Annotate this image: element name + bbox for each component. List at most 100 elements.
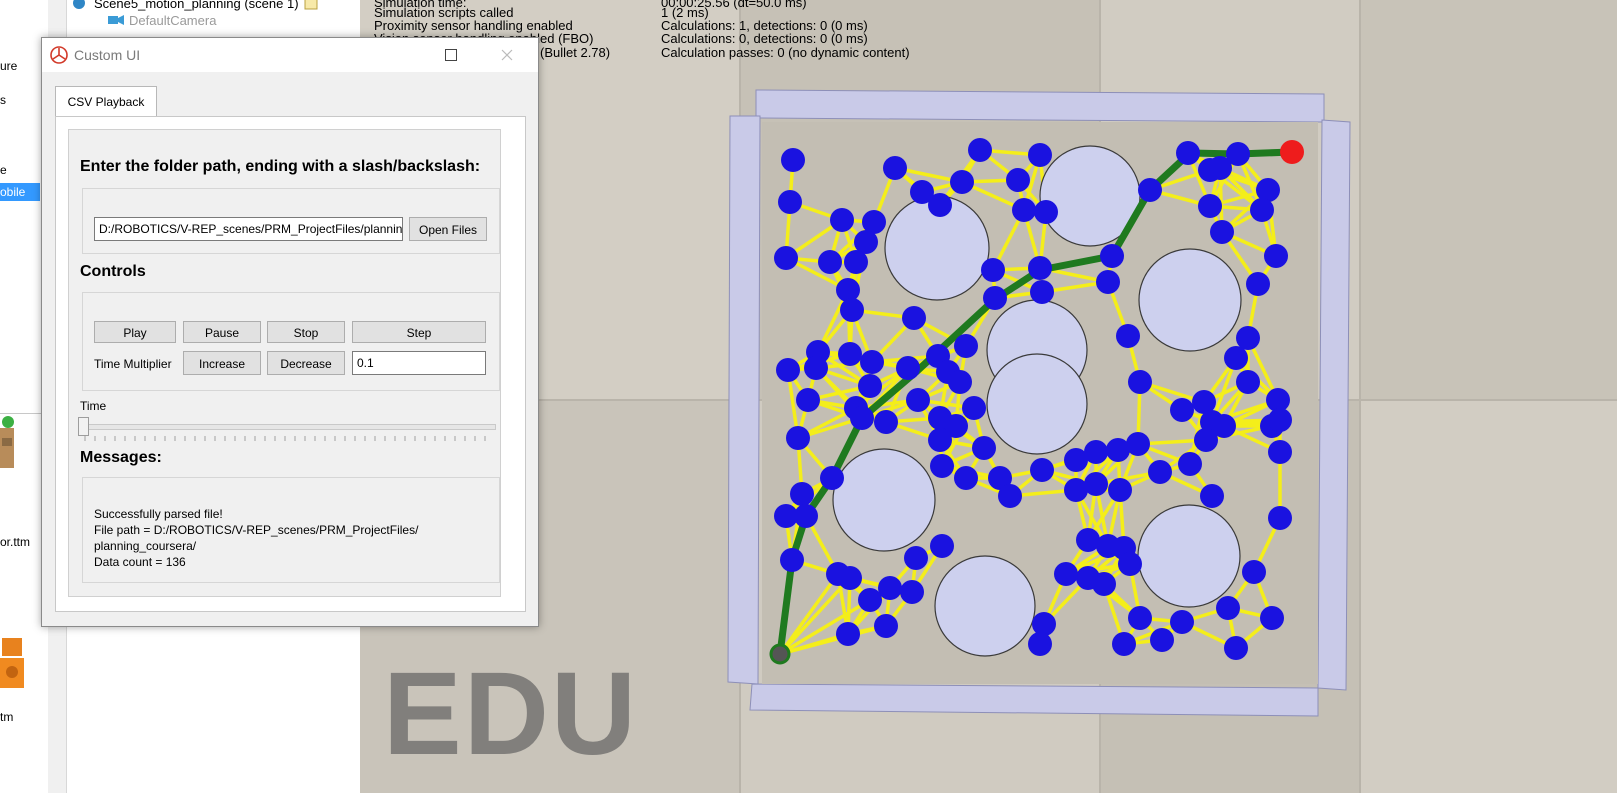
roadmap-node: [930, 454, 954, 478]
message-line: planning_coursera/: [94, 539, 197, 553]
tab-csv-playback[interactable]: CSV Playback: [55, 86, 157, 117]
open-files-button[interactable]: Open Files: [409, 217, 487, 241]
time-slider-thumb[interactable]: [78, 417, 89, 436]
roadmap-node: [1084, 440, 1108, 464]
roadmap-node: [858, 374, 882, 398]
roadmap-node: [1006, 168, 1030, 192]
stop-button[interactable]: Stop: [267, 321, 345, 343]
roadmap-node: [1198, 194, 1222, 218]
time-multiplier-input[interactable]: 0.1: [352, 351, 486, 375]
arena-wall: [755, 89, 1325, 123]
custom-ui-dialog: Custom UI CSV Playback Enter the folder …: [41, 37, 539, 627]
roadmap-node: [1084, 472, 1108, 496]
roadmap-node: [1054, 562, 1078, 586]
obstacle: [986, 353, 1088, 455]
roadmap-node: [840, 298, 864, 322]
sim-info-label: (Bullet 2.78): [540, 45, 611, 60]
roadmap-node: [1224, 346, 1248, 370]
roadmap-node: [1210, 220, 1234, 244]
playback-frame: Enter the folder path, ending with a sla…: [68, 129, 501, 597]
time-slider-ticks: [84, 436, 486, 441]
model-file-label[interactable]: tm: [0, 710, 13, 724]
maximize-icon[interactable]: [428, 38, 474, 72]
messages-group: Successfully parsed file! File path = D:…: [82, 477, 500, 583]
roadmap-node: [968, 138, 992, 162]
roadmap-node: [928, 193, 952, 217]
roadmap-node: [878, 576, 902, 600]
play-button[interactable]: Play: [94, 321, 176, 343]
roadmap-node: [874, 614, 898, 638]
roadmap-node: [838, 342, 862, 366]
time-slider-track[interactable]: [78, 424, 496, 430]
roadmap-node: [930, 534, 954, 558]
roadmap-node: [1118, 552, 1142, 576]
roadmap-node: [820, 466, 844, 490]
time-multiplier-label: Time Multiplier: [94, 357, 172, 371]
browser-item[interactable]: e: [0, 163, 7, 177]
browser-item[interactable]: ure: [0, 59, 17, 73]
roadmap-node: [954, 466, 978, 490]
roadmap-node: [962, 396, 986, 420]
sim-info-value: Calculations: 0, detections: 0 (0 ms): [661, 31, 868, 46]
roadmap-node: [1264, 244, 1288, 268]
browser-item-selected[interactable]: obile: [0, 183, 40, 201]
roadmap-node: [1246, 272, 1270, 296]
roadmap-node: [778, 190, 802, 214]
arena-wall: [749, 683, 1319, 717]
roadmap-node: [1028, 143, 1052, 167]
roadmap-node: [1268, 440, 1292, 464]
roadmap-node: [1096, 270, 1120, 294]
camera-item[interactable]: DefaultCamera: [129, 13, 216, 28]
messages-text: Successfully parsed file! File path = D:…: [94, 506, 493, 591]
increase-button[interactable]: Increase: [183, 351, 261, 375]
model-file-label[interactable]: or.ttm: [0, 535, 30, 549]
roadmap-node: [838, 566, 862, 590]
roadmap-node: [796, 388, 820, 412]
roadmap-node: [1250, 198, 1274, 222]
roadmap-node: [1128, 606, 1152, 630]
script-icon[interactable]: [304, 0, 318, 10]
browser-item[interactable]: s: [0, 93, 6, 107]
roadmap-node: [948, 370, 972, 394]
roadmap-node: [1030, 458, 1054, 482]
time-label: Time: [80, 399, 107, 413]
scene-root-item[interactable]: Scene5_motion_planning (scene 1): [94, 0, 299, 11]
roadmap-node: [954, 334, 978, 358]
folder-group: D:/ROBOTICS/V-REP_scenes/PRM_ProjectFile…: [82, 188, 500, 254]
roadmap-node: [786, 426, 810, 450]
close-icon[interactable]: [484, 38, 530, 72]
roadmap-node: [950, 170, 974, 194]
roadmap-node: [858, 588, 882, 612]
roadmap-node: [883, 156, 907, 180]
roadmap-node: [983, 286, 1007, 310]
message-line: Successfully parsed file!: [94, 507, 223, 521]
tab-page: Enter the folder path, ending with a sla…: [55, 116, 526, 612]
roadmap-node: [1112, 632, 1136, 656]
roadmap-node: [1194, 428, 1218, 452]
roadmap-node: [874, 410, 898, 434]
roadmap-node: [780, 548, 804, 572]
folder-heading: Enter the folder path, ending with a sla…: [80, 158, 481, 175]
pause-button[interactable]: Pause: [183, 321, 261, 343]
roadmap-node: [804, 356, 828, 380]
roadmap-node: [1092, 572, 1116, 596]
roadmap-node: [830, 208, 854, 232]
decrease-button[interactable]: Decrease: [267, 351, 345, 375]
roadmap-node: [1224, 636, 1248, 660]
dialog-titlebar[interactable]: Custom UI: [42, 38, 538, 72]
app-logo-icon: [50, 46, 68, 64]
roadmap-node: [860, 350, 884, 374]
roadmap-node: [1170, 398, 1194, 422]
folder-path-input[interactable]: D:/ROBOTICS/V-REP_scenes/PRM_ProjectFile…: [94, 217, 403, 241]
step-button[interactable]: Step: [352, 321, 486, 343]
roadmap-node: [1150, 628, 1174, 652]
roadmap-node: [1148, 460, 1172, 484]
roadmap-node: [1138, 178, 1162, 202]
camera-icon: [108, 15, 124, 25]
roadmap-node: [1116, 324, 1140, 348]
robot-model-thumbnail-icon[interactable]: [0, 410, 20, 480]
roadmap-node: [896, 356, 920, 380]
robot-model-thumbnail-icon[interactable]: [0, 630, 26, 700]
roadmap-node: [981, 258, 1005, 282]
roadmap-node: [904, 546, 928, 570]
